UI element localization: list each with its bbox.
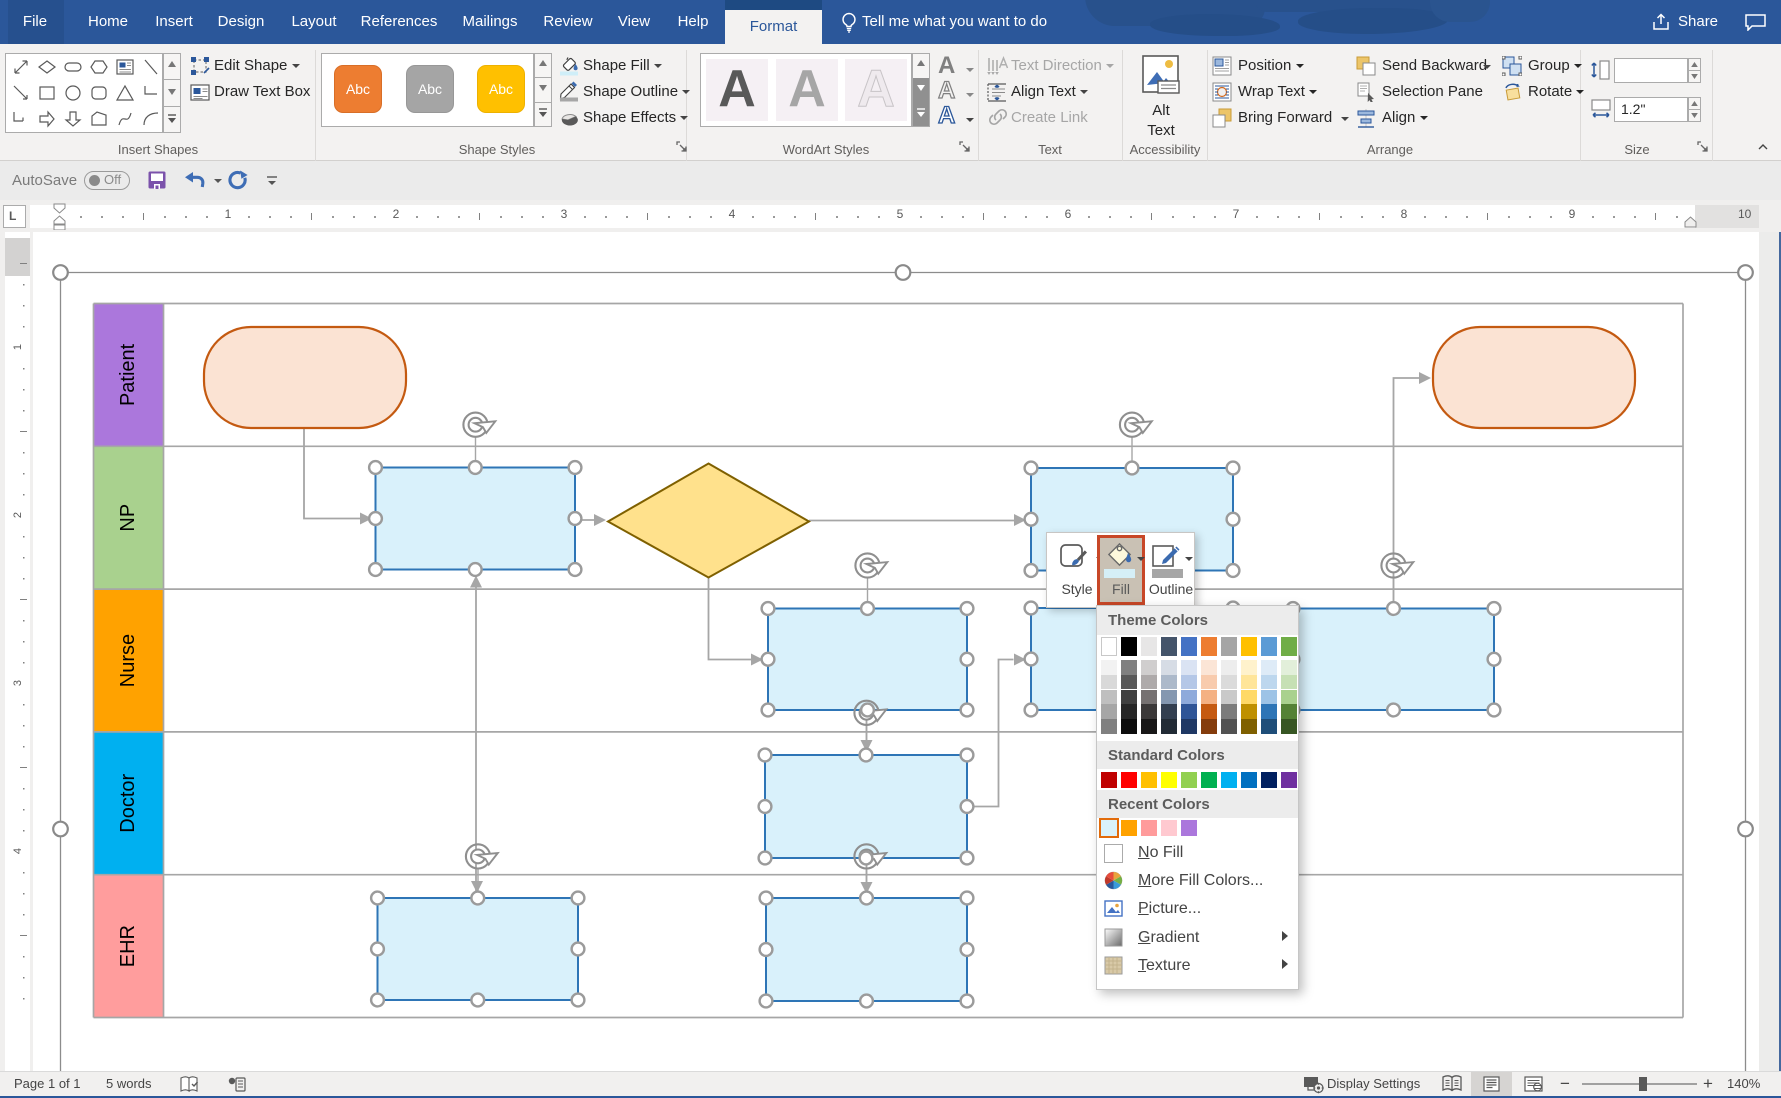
svg-text:2: 2: [12, 512, 24, 518]
svg-text:4: 4: [12, 848, 24, 854]
svg-text:1: 1: [12, 344, 24, 350]
svg-text:3: 3: [12, 680, 24, 686]
svg-text:NP: NP: [117, 504, 139, 532]
svg-text:EHR: EHR: [117, 925, 139, 967]
svg-text:Doctor: Doctor: [117, 774, 139, 833]
svg-text:Nurse: Nurse: [117, 634, 139, 687]
svg-text:Patient: Patient: [117, 343, 139, 406]
